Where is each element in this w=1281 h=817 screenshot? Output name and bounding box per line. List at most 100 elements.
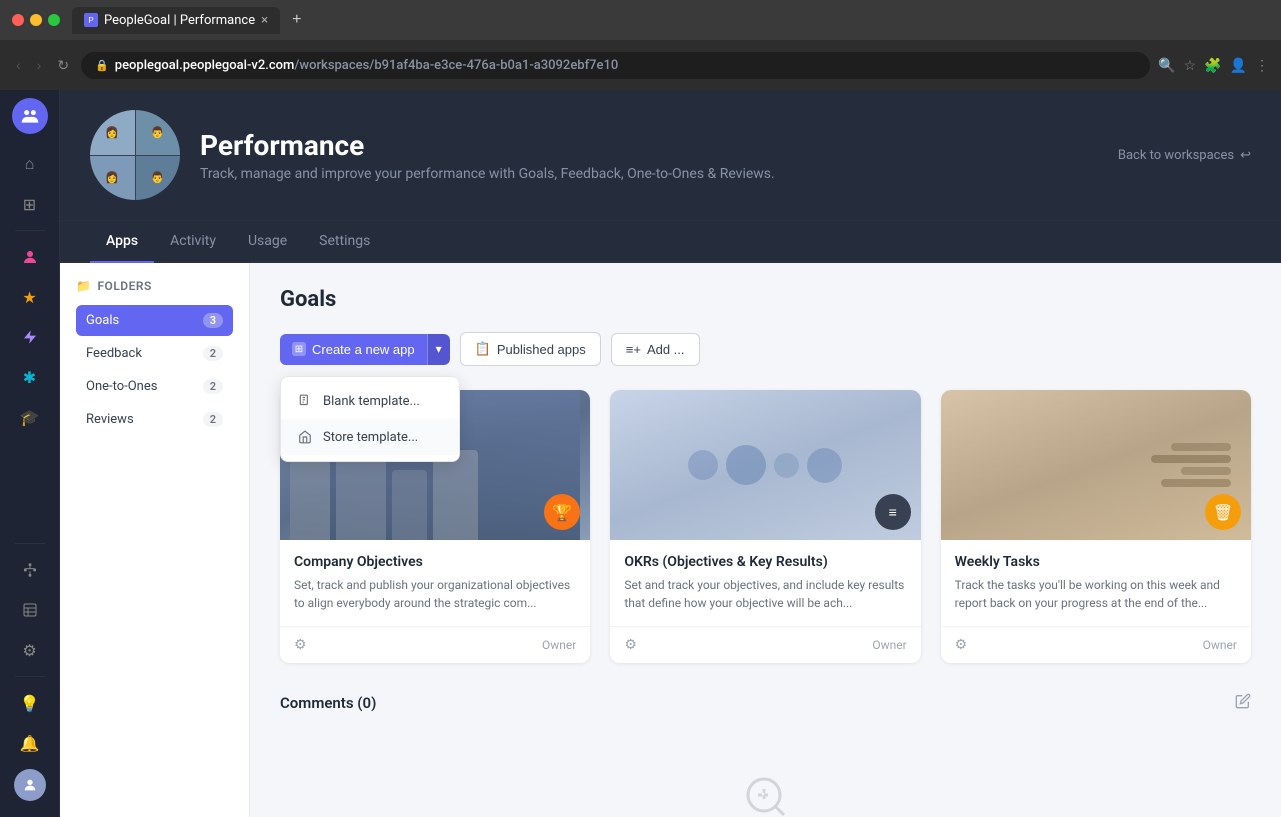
sidebar-icon-hierarchy[interactable] [12, 552, 48, 588]
traffic-lights [12, 14, 60, 26]
sidebar-icon-bulb[interactable]: 💡 [12, 685, 48, 721]
sidebar-icon-graduation[interactable]: 🎓 [12, 399, 48, 435]
sidebar-icon-star[interactable]: ★ [12, 279, 48, 315]
left-sidebar: ⌂ ⊞ ★ ✱ 🎓 ⚙ 💡 🔔 [0, 90, 60, 817]
card-footer-3: ⚙ Owner [941, 626, 1251, 663]
published-icon: 📋 [475, 341, 491, 357]
store-template-label: Store template... [323, 430, 418, 445]
profile-btn[interactable]: 👤 [1230, 57, 1247, 74]
extensions-btn[interactable]: 🧩 [1204, 57, 1221, 74]
folders-title: 📁 Folders [76, 279, 233, 293]
card-settings-1[interactable]: ⚙ [294, 637, 307, 653]
browser-chrome: P PeopleGoal | Performance × + ‹ › ↻ 🔒 p… [0, 0, 1281, 90]
blank-template-item[interactable]: Blank template... [281, 383, 459, 419]
tab-favicon: P [84, 13, 98, 27]
user-avatar[interactable] [12, 98, 48, 134]
folder-badge-one-to-ones: 2 [203, 379, 223, 394]
user-profile-avatar[interactable] [14, 769, 46, 801]
address-url: peoplegoal.peoplegoal-v2.com/workspaces/… [115, 58, 619, 73]
card-title-3: Weekly Tasks [955, 554, 1237, 570]
folder-item-reviews[interactable]: Reviews 2 [76, 404, 233, 435]
folder-item-one-to-ones[interactable]: One-to-Ones 2 [76, 371, 233, 402]
card-image-3: 🗑 [941, 390, 1251, 540]
card-body-3: Weekly Tasks Track the tasks you'll be w… [941, 540, 1251, 626]
sidebar-icon-people[interactable] [12, 239, 48, 275]
create-button-group: ⊞ Create a new app ▾ [280, 334, 450, 365]
lock-icon: 🔒 [95, 59, 109, 72]
card-title-2: OKRs (Objectives & Key Results) [624, 554, 906, 570]
create-dropdown-arrow[interactable]: ▾ [427, 334, 450, 365]
maximize-traffic-light[interactable] [48, 14, 60, 26]
card-title-1: Company Objectives [294, 554, 576, 570]
sidebar-icon-bell[interactable]: 🔔 [12, 725, 48, 761]
search-browser-btn[interactable]: 🔍 [1158, 57, 1175, 74]
card-weekly-tasks[interactable]: 🗑 Weekly Tasks Track the tasks you'll be… [941, 390, 1251, 663]
folder-badge-reviews: 2 [203, 412, 223, 427]
blank-template-label: Blank template... [323, 394, 420, 409]
sidebar-icon-home[interactable]: ⌂ [12, 146, 48, 182]
card-owner-3: Owner [1203, 638, 1237, 652]
blank-template-icon [297, 393, 313, 409]
create-new-app-button[interactable]: ⊞ Create a new app [280, 334, 427, 365]
tab-active[interactable]: P PeopleGoal | Performance × [72, 7, 280, 34]
new-tab-button[interactable]: + [284, 7, 309, 33]
app-title: Performance [200, 129, 775, 162]
reload-button[interactable]: ↻ [53, 53, 73, 78]
card-badge-2: ≡ [875, 494, 911, 530]
tab-bar: P PeopleGoal | Performance × + [72, 7, 1269, 34]
content-area: 📁 Folders Goals 3 Feedback 2 One-to-Ones… [60, 263, 1281, 817]
tab-apps[interactable]: Apps [90, 221, 154, 263]
browser-actions: 🔍 ☆ 🧩 👤 ⋮ [1158, 57, 1269, 74]
comments-empty: There are no comments to show. [280, 733, 1251, 817]
sidebar-icon-table[interactable] [12, 592, 48, 628]
browser-titlebar: P PeopleGoal | Performance × + [0, 0, 1281, 40]
app-header: 👩 👨 👩 👨 Performance Track, manage and im… [60, 90, 1281, 221]
close-traffic-light[interactable] [12, 14, 24, 26]
card-desc-1: Set, track and publish your organization… [294, 576, 576, 612]
store-template-item[interactable]: Store template... [281, 419, 459, 455]
card-owner-2: Owner [872, 638, 906, 652]
tab-close-btn[interactable]: × [261, 13, 268, 28]
comments-title: Comments (0) [280, 694, 376, 712]
menu-btn[interactable]: ⋮ [1255, 57, 1269, 74]
panel-title: Goals [280, 287, 1251, 312]
minimize-traffic-light[interactable] [30, 14, 42, 26]
sidebar-divider [15, 230, 45, 231]
app-layout: ⌂ ⊞ ★ ✱ 🎓 ⚙ 💡 🔔 [0, 90, 1281, 817]
back-button[interactable]: ‹ [12, 53, 25, 77]
tab-usage[interactable]: Usage [232, 221, 303, 263]
address-bar[interactable]: 🔒 peoplegoal.peoplegoal-v2.com/workspace… [81, 52, 1150, 79]
app-logo: 👩 👨 👩 👨 [90, 110, 180, 200]
back-to-workspaces[interactable]: Back to workspaces ↩ [1118, 148, 1251, 163]
tab-title: PeopleGoal | Performance [104, 13, 255, 28]
card-settings-2[interactable]: ⚙ [624, 637, 637, 653]
comments-section: Comments (0) There [280, 693, 1251, 817]
tab-settings[interactable]: Settings [303, 221, 386, 263]
bookmark-btn[interactable]: ☆ [1184, 57, 1197, 74]
card-owner-1: Owner [542, 638, 576, 652]
published-apps-button[interactable]: 📋 Published apps [460, 332, 601, 366]
folder-item-feedback[interactable]: Feedback 2 [76, 338, 233, 369]
sidebar-icon-performance[interactable] [12, 319, 48, 355]
card-body-2: OKRs (Objectives & Key Results) Set and … [610, 540, 920, 626]
folder-icon: 📁 [76, 279, 91, 293]
browser-addressbar: ‹ › ↻ 🔒 peoplegoal.peoplegoal-v2.com/wor… [0, 40, 1281, 90]
add-button[interactable]: ≡+ Add ... [611, 333, 700, 366]
comments-edit-icon[interactable] [1235, 693, 1251, 713]
folder-item-goals[interactable]: Goals 3 [76, 305, 233, 336]
add-icon: ≡+ [626, 342, 641, 357]
folder-badge-feedback: 2 [203, 346, 223, 361]
forward-button[interactable]: › [33, 53, 46, 77]
store-template-icon [297, 429, 313, 445]
sidebar-icon-settings[interactable]: ⚙ [12, 632, 48, 668]
comments-header: Comments (0) [280, 693, 1251, 713]
card-okrs[interactable]: ≡ OKRs (Objectives & Key Results) Set an… [610, 390, 920, 663]
folders-sidebar: 📁 Folders Goals 3 Feedback 2 One-to-Ones… [60, 263, 250, 817]
card-settings-3[interactable]: ⚙ [955, 637, 968, 653]
comments-empty-icon [742, 773, 790, 817]
tab-activity[interactable]: Activity [154, 221, 232, 263]
sidebar-icon-asterisk[interactable]: ✱ [12, 359, 48, 395]
sidebar-icon-dashboard[interactable]: ⊞ [12, 186, 48, 222]
app-subtitle: Track, manage and improve your performan… [200, 166, 775, 182]
toolbar: ⊞ Create a new app ▾ 📋 Published apps ≡+… [280, 332, 1251, 366]
